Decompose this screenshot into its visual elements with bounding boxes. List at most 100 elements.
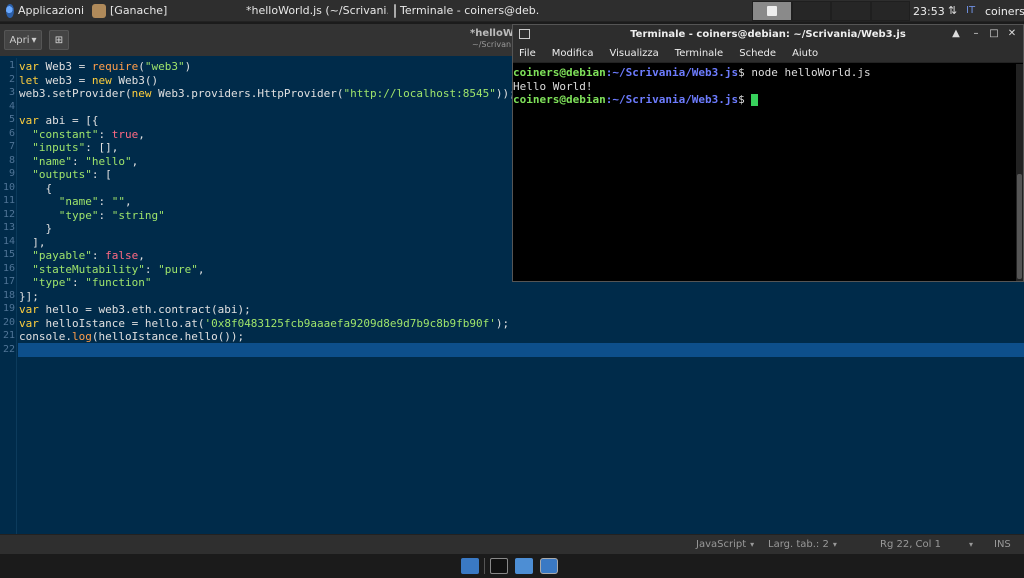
menu-schede[interactable]: Schede xyxy=(739,48,776,59)
terminal-scrollbar[interactable] xyxy=(1016,64,1023,281)
code-line[interactable]: ], xyxy=(19,236,45,250)
command-text: node helloWorld.js xyxy=(744,66,871,79)
prompt-user: coiners@debian xyxy=(513,93,606,106)
line-number: 6 xyxy=(8,127,15,139)
terminal-launcher-icon[interactable] xyxy=(490,558,508,574)
tab-width-label: Larg. tab.: 2 xyxy=(768,539,829,550)
terminal-output[interactable]: coiners@debian:~/Scrivania/Web3.js$ node… xyxy=(513,64,1015,281)
keyboard-layout-indicator[interactable]: IT xyxy=(966,5,975,16)
workspace-3[interactable] xyxy=(831,1,871,21)
code-line[interactable]: { xyxy=(19,182,52,196)
window-up-icon[interactable]: ▲ xyxy=(949,28,963,39)
editor-subtitle: ~/Scrivan xyxy=(472,40,512,49)
chevron-down-icon: ▾ xyxy=(31,34,37,46)
top-panel: Applicazioni [Ganache] *helloWorld.js (~… xyxy=(0,0,1024,22)
language-selector[interactable]: JavaScript ▾ xyxy=(696,539,754,550)
code-line[interactable]: var abi = [{ xyxy=(19,114,98,128)
line-number: 16 xyxy=(2,262,15,274)
cursor-position-label: Rg 22, Col 1 xyxy=(880,539,941,550)
terminal-titlebar[interactable]: Terminale - coiners@debian: ~/Scrivania/… xyxy=(513,25,1023,45)
new-document-button[interactable]: ⊞ xyxy=(49,30,69,50)
insert-mode: INS xyxy=(994,539,1011,550)
current-line-highlight xyxy=(18,342,1024,357)
prompt-user: coiners@debian xyxy=(513,66,606,79)
terminal-icon xyxy=(394,3,396,18)
editor-title: *helloW xyxy=(470,28,514,39)
code-line[interactable]: var hello = web3.eth.contract(abi); xyxy=(19,303,251,317)
chevron-down-icon: ▾ xyxy=(968,540,973,549)
workspace-4[interactable] xyxy=(870,1,910,21)
prompt-symbol: $ xyxy=(738,93,745,106)
line-number: 7 xyxy=(8,141,15,152)
menu-visualizza[interactable]: Visualizza xyxy=(610,48,659,59)
clock[interactable]: 23:53 xyxy=(913,5,945,18)
menu-aiuto[interactable]: Aiuto xyxy=(792,48,818,59)
menu-modifica[interactable]: Modifica xyxy=(552,48,594,59)
close-button[interactable]: ✕ xyxy=(1005,28,1019,39)
taskbar-editor-label: *helloWorld.js (~/Scrivani... xyxy=(246,4,388,17)
new-document-icon: ⊞ xyxy=(54,34,64,46)
user-menu[interactable]: coiners xyxy=(985,5,1024,18)
line-number: 17 xyxy=(2,276,15,287)
line-number: 20 xyxy=(2,316,15,328)
menu-terminale[interactable]: Terminale xyxy=(675,48,723,59)
taskbar-item-editor[interactable]: *helloWorld.js (~/Scrivani... xyxy=(238,0,388,22)
browser-icon[interactable] xyxy=(540,558,558,574)
ganache-icon xyxy=(92,3,106,18)
line-number: 18 xyxy=(2,289,15,301)
prompt-symbol: $ xyxy=(738,66,745,79)
maximize-button[interactable]: □ xyxy=(987,28,1001,39)
code-line[interactable]: "payable": false, xyxy=(19,249,145,263)
code-line[interactable]: "stateMutability": "pure", xyxy=(19,263,204,277)
minimize-button[interactable]: – xyxy=(969,28,983,39)
taskbar-item-terminal[interactable]: Terminale - coiners@deb... xyxy=(390,0,540,22)
cursor-position[interactable]: Rg 22, Col 1 ▾ xyxy=(880,539,973,550)
applications-label: Applicazioni xyxy=(18,4,84,17)
files-folder-icon[interactable] xyxy=(461,558,479,574)
terminal-line: coiners@debian:~/Scrivania/Web3.js$ xyxy=(513,93,1015,107)
line-number: 5 xyxy=(8,114,15,125)
workspace-2[interactable] xyxy=(791,1,831,21)
terminal-line: coiners@debian:~/Scrivania/Web3.js$ node… xyxy=(513,66,1015,80)
applications-menu[interactable]: Applicazioni xyxy=(2,0,88,22)
dock-separator xyxy=(484,558,485,574)
menu-file[interactable]: File xyxy=(519,48,536,59)
code-line[interactable]: web3.setProvider(new Web3.providers.Http… xyxy=(19,87,516,101)
code-line[interactable]: "constant": true, xyxy=(19,128,145,142)
code-line[interactable]: var Web3 = require("web3") xyxy=(19,60,191,74)
line-number: 8 xyxy=(8,154,15,166)
line-number: 12 xyxy=(2,208,15,220)
terminal-cursor xyxy=(751,94,759,106)
line-number: 14 xyxy=(2,235,15,247)
code-line[interactable]: var helloIstance = hello.at('0x8f0483125… xyxy=(19,317,509,331)
code-line[interactable]: console.log(helloIstance.hello()); xyxy=(19,330,244,344)
code-line[interactable]: let web3 = new Web3() xyxy=(19,74,158,88)
tab-width-selector[interactable]: Larg. tab.: 2 ▾ xyxy=(768,539,837,550)
network-icon[interactable]: ⇅ xyxy=(948,4,957,17)
home-folder-icon[interactable] xyxy=(515,558,533,574)
workspace-1[interactable] xyxy=(752,1,792,21)
code-line[interactable]: } xyxy=(19,222,52,236)
line-number: 10 xyxy=(2,181,15,193)
line-number: 22 xyxy=(2,343,15,355)
code-line[interactable]: "type": "string" xyxy=(19,209,165,223)
editor-statusbar: JavaScript ▾ Larg. tab.: 2 ▾ Rg 22, Col 1 ▾… xyxy=(0,534,1024,554)
code-line[interactable]: "name": "", xyxy=(19,195,132,209)
code-line[interactable]: "type": "function" xyxy=(19,276,151,290)
open-button[interactable]: Apri ▾ xyxy=(4,30,42,50)
code-line[interactable]: "outputs": [ xyxy=(19,168,111,182)
chevron-down-icon: ▾ xyxy=(750,540,755,549)
code-line[interactable]: "name": "hello", xyxy=(19,155,138,169)
code-line[interactable]: "inputs": [], xyxy=(19,141,118,155)
line-number: 11 xyxy=(2,195,15,206)
prompt-path: :~/Scrivania/Web3.js xyxy=(605,93,739,106)
prompt-path: :~/Scrivania/Web3.js xyxy=(605,66,739,79)
terminal-title: Terminale - coiners@debian: ~/Scrivania/… xyxy=(630,29,906,40)
line-number: 19 xyxy=(2,303,15,314)
debian-logo-icon xyxy=(6,3,15,18)
workspace-switcher[interactable] xyxy=(752,1,910,21)
ganache-launcher[interactable]: [Ganache] xyxy=(88,0,178,22)
code-line[interactable]: }]; xyxy=(19,290,39,304)
terminal-line: Hello World! xyxy=(513,79,593,93)
line-number: 21 xyxy=(2,330,15,341)
